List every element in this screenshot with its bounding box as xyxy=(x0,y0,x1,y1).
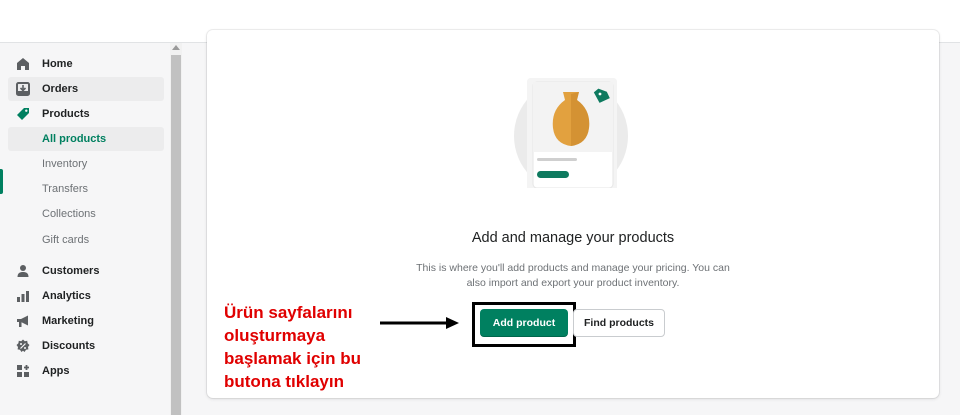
empty-state-heading: Add and manage your products xyxy=(471,230,675,246)
sidebar-subitem-label: Collections xyxy=(42,208,96,220)
sidebar-item-label: Orders xyxy=(42,83,79,95)
sidebar-item-customers[interactable]: Customers xyxy=(8,259,164,283)
sidebar-item-label: Apps xyxy=(42,365,70,377)
sidebar-item-apps[interactable]: Apps xyxy=(8,359,164,383)
person-icon xyxy=(17,265,29,277)
annotation-text: Ürün sayfalarını oluşturmaya başlamak iç… xyxy=(224,301,394,393)
sidebar-subitem-label: All products xyxy=(42,133,107,145)
find-products-button[interactable]: Find products xyxy=(573,309,665,337)
sidebar-subitem-label: Transfers xyxy=(42,183,89,195)
active-indicator xyxy=(0,169,3,194)
sidebar-item-discounts[interactable]: Discounts xyxy=(8,334,164,358)
add-product-button[interactable]: Add product xyxy=(480,309,568,337)
orders-icon xyxy=(16,82,30,96)
sidebar-subitem-all-products[interactable]: All products xyxy=(8,127,164,151)
apps-icon xyxy=(17,365,29,377)
annotation-line: başlamak için bu xyxy=(224,349,361,368)
megaphone-icon xyxy=(17,315,28,327)
sidebar-item-label: Customers xyxy=(42,265,100,277)
sidebar-item-products[interactable]: Products xyxy=(8,102,164,126)
annotation-line: oluşturmaya xyxy=(224,326,326,345)
home-icon xyxy=(17,58,29,70)
discount-icon xyxy=(16,339,30,352)
sidebar-subitem-inventory[interactable]: Inventory xyxy=(8,152,164,176)
empty-state-description: This is where you'll add products and ma… xyxy=(416,262,730,289)
annotation-line: butona tıklayın xyxy=(224,372,344,391)
annotation-arrow-icon xyxy=(380,317,459,329)
sidebar-item-label: Home xyxy=(42,58,73,70)
sidebar-item-marketing[interactable]: Marketing xyxy=(8,309,164,333)
sidebar-item-analytics[interactable]: Analytics xyxy=(8,284,164,308)
bar-chart-icon xyxy=(17,291,29,302)
sidebar-scrollbar[interactable] xyxy=(170,43,182,415)
sidebar-item-label: Marketing xyxy=(42,315,94,327)
tag-icon xyxy=(17,108,29,120)
sidebar-subitem-collections[interactable]: Collections xyxy=(8,202,164,226)
sidebar-subitem-transfers[interactable]: Transfers xyxy=(8,177,164,201)
sidebar-item-label: Discounts xyxy=(42,340,96,352)
sidebar-subitem-label: Inventory xyxy=(42,158,88,170)
sidebar-nav: Home Orders Products All products Invent… xyxy=(0,43,170,415)
sidebar-item-label: Products xyxy=(42,108,90,120)
scroll-thumb[interactable] xyxy=(171,55,181,415)
scroll-up-icon[interactable] xyxy=(172,45,180,50)
sidebar-item-home[interactable]: Home xyxy=(8,52,164,76)
sidebar-item-orders[interactable]: Orders xyxy=(8,77,164,101)
sidebar-subitem-label: Gift cards xyxy=(42,234,90,246)
annotation-line: Ürün sayfalarını xyxy=(224,303,353,322)
product-illustration xyxy=(514,78,628,188)
sidebar-item-label: Analytics xyxy=(42,290,91,302)
sidebar-subitem-gift-cards[interactable]: Gift cards xyxy=(8,228,164,252)
